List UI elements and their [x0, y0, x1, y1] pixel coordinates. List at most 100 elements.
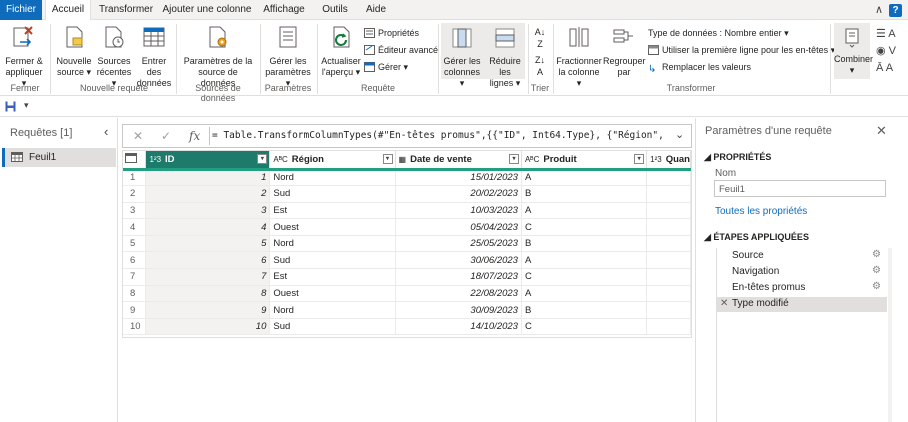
table-row[interactable]: 7 7 Est 18/07/2023 C	[123, 268, 691, 286]
tab-aide[interactable]: Aide	[362, 0, 390, 20]
sort-descending-icon[interactable]: Z↓ A	[531, 54, 549, 78]
column-filter-icon[interactable]: ▾	[634, 154, 645, 164]
close-apply-button[interactable]: Fermer & appliquer ▾	[2, 24, 46, 89]
cell-date[interactable]: 30/06/2023	[395, 251, 522, 270]
cell-date[interactable]: 22/08/2023	[395, 285, 522, 303]
gear-icon[interactable]: ⚙	[872, 281, 881, 292]
cell-quantite[interactable]	[646, 185, 691, 203]
all-properties-link[interactable]: Toutes les propriétés	[715, 206, 807, 217]
cell-id[interactable]: 6	[145, 251, 271, 270]
cell-id[interactable]: 4	[145, 218, 271, 236]
group-by-button[interactable]: Regrouper par	[603, 24, 646, 78]
row-number[interactable]: 1	[123, 169, 147, 187]
column-filter-icon[interactable]: ▾	[508, 154, 519, 164]
sort-ascending-icon[interactable]: A↓ Z	[531, 26, 549, 50]
cell-date[interactable]: 30/09/2023	[395, 301, 522, 319]
row-number[interactable]: 7	[123, 268, 147, 286]
cell-quantite[interactable]	[646, 235, 691, 253]
column-header-produit[interactable]: AᴮC Produit ▾	[521, 151, 648, 171]
manage-columns-button[interactable]: Gérer les colonnes ▾	[442, 26, 482, 89]
row-number[interactable]: 6	[123, 251, 147, 270]
cell-quantite[interactable]	[646, 251, 691, 270]
cell-produit[interactable]: B	[521, 235, 648, 253]
cell-produit[interactable]: A	[521, 251, 648, 270]
cell-quantite[interactable]	[646, 169, 691, 187]
new-source-button[interactable]: Nouvelle source ▾	[54, 24, 94, 78]
column-header-region[interactable]: AᴮC Région ▾	[269, 151, 396, 171]
cell-region[interactable]: Sud	[269, 318, 396, 336]
applied-steps-section[interactable]: ◢ ÉTAPES APPLIQUÉES	[704, 232, 809, 243]
table-row[interactable]: 5 5 Nord 25/05/2023 B	[123, 235, 691, 253]
tab-ajouter-colonne[interactable]: Ajouter une colonne	[162, 0, 252, 20]
cell-produit[interactable]: A	[521, 202, 648, 220]
step-navigation[interactable]: Navigation ⚙	[716, 265, 887, 280]
cell-date[interactable]: 10/03/2023	[395, 202, 522, 220]
collapse-ribbon-icon[interactable]: ∧	[875, 4, 883, 16]
use-first-row-headers-button[interactable]: Utiliser la première ligne pour les en-t…	[648, 45, 835, 56]
cell-id[interactable]: 7	[145, 268, 271, 286]
row-number[interactable]: 4	[123, 218, 147, 236]
table-row[interactable]: 6 6 Sud 30/06/2023 A	[123, 251, 691, 270]
qat-customize-icon[interactable]: ▾	[24, 100, 29, 111]
cell-region[interactable]: Ouest	[269, 218, 396, 236]
table-row[interactable]: 3 3 Est 10/03/2023 A	[123, 202, 691, 220]
column-filter-icon[interactable]: ▾	[382, 154, 393, 164]
combine-button[interactable]: Combiner ▾	[834, 26, 873, 76]
confirm-formula-icon[interactable]: ✓	[161, 129, 171, 143]
data-source-settings-button[interactable]: Paramètres de la source de données	[180, 24, 256, 89]
table-row[interactable]: 1 1 Nord 15/01/2023 A	[123, 169, 691, 187]
row-number[interactable]: 10	[123, 318, 147, 336]
cell-id[interactable]: 5	[145, 235, 271, 253]
properties-section[interactable]: ◢ PROPRIÉTÉS	[704, 152, 771, 163]
query-item-feuil1[interactable]: Feuil1	[2, 148, 116, 167]
column-filter-icon[interactable]: ▾	[257, 154, 268, 164]
cell-produit[interactable]: B	[521, 301, 648, 319]
cell-produit[interactable]: C	[521, 318, 648, 336]
formula-input[interactable]: = Table.TransformColumnTypes(#"En-têtes …	[212, 125, 667, 147]
cell-quantite[interactable]	[646, 218, 691, 236]
cell-date[interactable]: 05/04/2023	[395, 218, 522, 236]
save-icon[interactable]	[5, 101, 16, 112]
cell-produit[interactable]: C	[521, 218, 648, 236]
cell-produit[interactable]: C	[521, 268, 648, 286]
expand-formula-icon[interactable]: ⌄	[675, 128, 684, 141]
row-number[interactable]: 8	[123, 285, 147, 303]
tab-accueil[interactable]: Accueil	[45, 0, 91, 21]
enter-data-button[interactable]: Entrer des données	[134, 24, 174, 89]
advanced-editor-button[interactable]: Éditeur avancé	[364, 45, 438, 55]
tab-fichier[interactable]: Fichier	[0, 0, 42, 20]
ribbon-overflow-icons[interactable]: ☰ A ◉ VĀ A	[876, 26, 896, 77]
cell-quantite[interactable]	[646, 268, 691, 286]
split-column-button[interactable]: Fractionner la colonne ▾	[556, 24, 602, 89]
row-number[interactable]: 9	[123, 301, 147, 319]
cell-region[interactable]: Est	[269, 202, 396, 220]
query-name-input[interactable]: Feuil1	[714, 180, 886, 197]
cell-id[interactable]: 9	[145, 301, 271, 319]
tab-outils[interactable]: Outils	[318, 0, 352, 20]
cell-quantite[interactable]	[646, 301, 691, 319]
cell-produit[interactable]: A	[521, 169, 648, 187]
cell-id[interactable]: 1	[145, 169, 271, 187]
cell-quantite[interactable]	[646, 285, 691, 303]
column-header-id[interactable]: 1²3 ID ▾	[145, 151, 271, 171]
cell-produit[interactable]: B	[521, 185, 648, 203]
step-source[interactable]: Source ⚙	[716, 249, 887, 264]
tab-affichage[interactable]: Affichage	[260, 0, 308, 20]
row-number[interactable]: 3	[123, 202, 147, 220]
column-header-quantite[interactable]: 1²3 Quan	[646, 151, 691, 171]
recent-sources-button[interactable]: Sources récentes ▾	[94, 24, 134, 89]
fx-icon[interactable]: fx	[189, 129, 200, 143]
cell-region[interactable]: Nord	[269, 235, 396, 253]
refresh-preview-button[interactable]: Actualiser l'aperçu ▾	[320, 24, 362, 78]
cell-quantite[interactable]	[646, 318, 691, 336]
replace-values-button[interactable]: ↳ Remplacer les valeurs	[648, 62, 751, 75]
steps-scrollbar[interactable]	[888, 248, 892, 422]
table-row[interactable]: 9 9 Nord 30/09/2023 B	[123, 301, 691, 319]
cell-date[interactable]: 18/07/2023	[395, 268, 522, 286]
cell-id[interactable]: 8	[145, 285, 271, 303]
table-row[interactable]: 2 2 Sud 20/02/2023 B	[123, 185, 691, 203]
close-pane-icon[interactable]: ✕	[876, 123, 887, 139]
cell-quantite[interactable]	[646, 202, 691, 220]
column-header-date[interactable]: ▦ Date de vente ▾	[395, 151, 522, 171]
cell-date[interactable]: 14/10/2023	[395, 318, 522, 336]
